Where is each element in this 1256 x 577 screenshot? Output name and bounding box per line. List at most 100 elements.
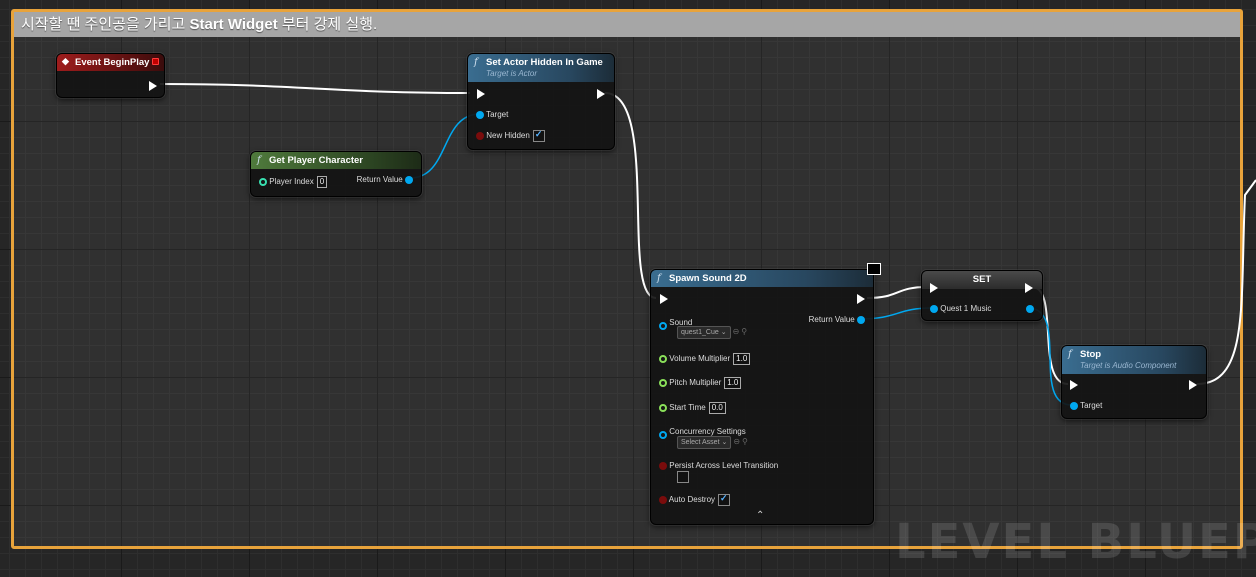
node-subtitle: Target is Actor xyxy=(486,69,537,78)
return-value-pin[interactable]: Return Value xyxy=(809,315,865,324)
volume-multiplier-pin[interactable]: Volume Multiplier 1.0 xyxy=(659,353,751,365)
collapse-advanced-button[interactable]: ⌃ xyxy=(756,510,764,521)
pin-dot[interactable] xyxy=(659,322,667,330)
pin-dot[interactable] xyxy=(659,461,667,470)
sound-asset-row: quest1_Cue ⌄ ⊖ ⚲ xyxy=(677,326,747,339)
pin-label: Return Value xyxy=(356,175,403,184)
pin-dot[interactable] xyxy=(259,177,267,186)
search-icon[interactable]: ⚲ xyxy=(742,437,748,446)
node-header: ◆ Event BeginPlay xyxy=(57,54,164,71)
pin-dot[interactable] xyxy=(659,403,667,412)
return-value-pin[interactable]: Return Value xyxy=(357,175,413,184)
node-title: SET xyxy=(972,274,992,285)
persist-pin[interactable]: Persist Across Level Transition xyxy=(659,461,778,470)
exec-out-pin[interactable] xyxy=(1189,380,1197,390)
search-icon[interactable]: ⚲ xyxy=(741,327,747,336)
new-hidden-checkbox[interactable] xyxy=(532,129,545,142)
persist-checkbox[interactable] xyxy=(677,471,689,483)
node-title: Stop xyxy=(1080,349,1102,360)
pin-label: Target xyxy=(1080,401,1103,410)
pin-label: Player Index xyxy=(269,177,314,186)
target-pin[interactable]: Target xyxy=(476,110,508,119)
node-title: Event BeginPlay xyxy=(75,57,150,68)
pin-dot[interactable] xyxy=(659,378,667,387)
sound-asset-dropdown[interactable]: quest1_Cue ⌄ xyxy=(677,326,731,339)
node-header: SET xyxy=(922,271,1042,289)
pin-label: Auto Destroy xyxy=(668,495,716,505)
node-title: Get Player Character xyxy=(269,155,363,166)
exec-in-pin[interactable] xyxy=(660,294,668,304)
node-event-beginplay[interactable]: ◆ Event BeginPlay xyxy=(56,53,165,98)
monitor-icon xyxy=(867,263,881,275)
player-index-input[interactable]: 0 xyxy=(316,176,328,188)
exec-in-pin[interactable] xyxy=(477,89,485,99)
pin-label: Volume Multiplier xyxy=(669,354,731,363)
node-set-variable[interactable]: SET Quest 1 Music xyxy=(921,270,1043,321)
event-diamond-icon: ◆ xyxy=(62,56,69,66)
pin-label: Persist Across Level Transition xyxy=(669,461,779,470)
player-index-pin[interactable]: Player Index 0 xyxy=(259,176,328,188)
quest1-music-out-pin[interactable] xyxy=(1026,304,1034,313)
node-stop[interactable]: f Stop Target is Audio Component Target xyxy=(1061,345,1207,419)
comment-text-bold: Start Widget xyxy=(189,16,278,33)
delegate-pin[interactable] xyxy=(152,58,159,65)
target-pin[interactable]: Target xyxy=(1070,401,1102,410)
pin-dot[interactable] xyxy=(1026,304,1034,313)
pin-label: Start Time xyxy=(669,403,706,412)
exec-out-pin[interactable] xyxy=(1025,283,1033,293)
pin-label: New Hidden xyxy=(486,131,530,141)
pin-label: Pitch Multiplier xyxy=(669,378,722,387)
pin-dot[interactable] xyxy=(659,496,667,504)
comment-title[interactable]: 시작할 땐 주인공을 가리고 Start Widget 부터 강제 실행. xyxy=(14,12,1240,37)
node-spawn-sound-2d[interactable]: f Spawn Sound 2D Sound quest1_Cue ⌄ ⊖ ⚲ Re… xyxy=(650,263,881,525)
pin-dot[interactable] xyxy=(476,110,484,119)
dropdown-value: quest1_Cue xyxy=(681,329,719,336)
comment-text-prefix: 시작할 땐 주인공을 가리고 xyxy=(21,16,190,33)
comment-text-suffix: 부터 강제 실행. xyxy=(277,16,378,33)
pin-label: Return Value xyxy=(808,315,855,324)
persist-checkbox-row xyxy=(674,471,689,483)
node-header: f Spawn Sound 2D xyxy=(651,270,873,287)
new-hidden-pin[interactable]: New Hidden xyxy=(476,129,545,142)
auto-destroy-pin[interactable]: Auto Destroy xyxy=(659,493,731,506)
node-header: f Get Player Character xyxy=(251,152,421,169)
quest1-music-pin[interactable]: Quest 1 Music xyxy=(930,304,991,313)
volume-input[interactable]: 1.0 xyxy=(733,353,751,365)
comment-box[interactable]: 시작할 땐 주인공을 가리고 Start Widget 부터 강제 실행. xyxy=(11,9,1243,549)
function-icon: f xyxy=(1068,349,1072,360)
pin-label: Concurrency Settings xyxy=(669,427,746,437)
pitch-multiplier-pin[interactable]: Pitch Multiplier 1.0 xyxy=(659,377,742,389)
pin-dot[interactable] xyxy=(930,304,938,313)
node-get-player-character[interactable]: f Get Player Character Player Index 0 Ret… xyxy=(250,151,422,197)
pin-dot[interactable] xyxy=(476,132,484,140)
start-time-pin[interactable]: Start Time 0.0 xyxy=(659,402,726,414)
pitch-input[interactable]: 1.0 xyxy=(724,377,742,389)
pin-dot[interactable] xyxy=(659,431,667,439)
pin-label: Quest 1 Music xyxy=(940,304,992,313)
pin-label: Target xyxy=(486,110,509,119)
node-header: f Set Actor Hidden In Game Target is Act… xyxy=(468,54,614,82)
browse-icon[interactable]: ⊖ xyxy=(733,437,740,446)
start-time-input[interactable]: 0.0 xyxy=(708,402,726,414)
exec-out-pin[interactable] xyxy=(857,294,865,304)
node-set-actor-hidden[interactable]: f Set Actor Hidden In Game Target is Act… xyxy=(467,53,615,150)
dropdown-value: Select Asset xyxy=(681,439,720,446)
browse-icon[interactable]: ⊖ xyxy=(733,327,740,336)
pin-dot[interactable] xyxy=(659,354,667,363)
concurrency-asset-dropdown[interactable]: Select Asset ⌄ xyxy=(677,436,732,449)
function-icon: f xyxy=(657,273,661,284)
node-subtitle: Target is Audio Component xyxy=(1080,361,1177,370)
node-title: Spawn Sound 2D xyxy=(669,273,747,284)
auto-destroy-checkbox[interactable] xyxy=(718,493,731,506)
pin-dot[interactable] xyxy=(857,315,865,324)
pin-dot[interactable] xyxy=(405,175,413,184)
exec-in-pin[interactable] xyxy=(930,283,938,293)
exec-out-pin[interactable] xyxy=(597,89,605,99)
node-title: Set Actor Hidden In Game xyxy=(486,57,603,68)
exec-out-pin[interactable] xyxy=(149,81,157,91)
exec-in-pin[interactable] xyxy=(1070,380,1078,390)
function-icon: f xyxy=(474,57,478,68)
pin-dot[interactable] xyxy=(1070,401,1078,410)
function-icon: f xyxy=(257,155,261,166)
concurrency-asset-row: Select Asset ⌄ ⊖ ⚲ xyxy=(677,436,748,449)
